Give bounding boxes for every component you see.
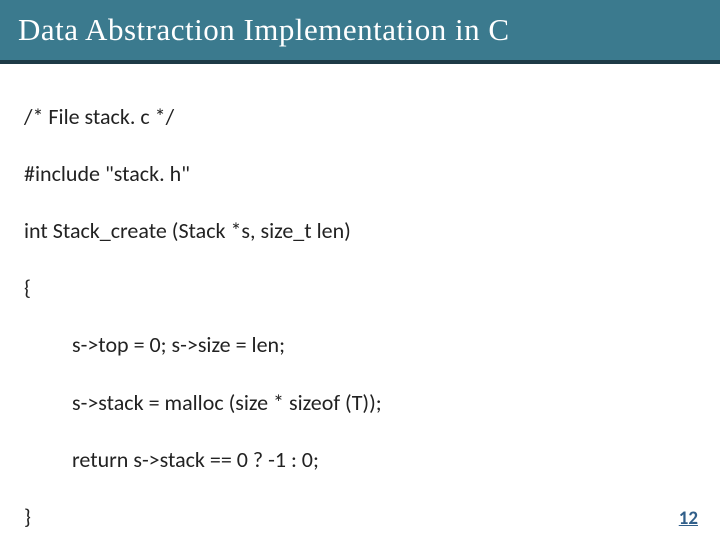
code-line: s->stack = malloc (size * sizeof (T)); xyxy=(24,389,696,418)
slide: Data Abstraction Implementation in C /* … xyxy=(0,0,720,540)
code-line: return s->stack == 0 ? -1 : 0; xyxy=(24,446,696,475)
slide-title: Data Abstraction Implementation in C xyxy=(18,12,510,48)
title-bar: Data Abstraction Implementation in C xyxy=(0,0,720,64)
code-block: /* File stack. c */ #include "stack. h" … xyxy=(0,64,720,540)
code-line: { xyxy=(24,274,696,303)
code-line: } xyxy=(24,503,696,532)
code-line: s->top = 0; s->size = len; xyxy=(24,331,696,360)
page-number: 12 xyxy=(679,507,698,530)
code-line: /* File stack. c */ xyxy=(24,103,696,132)
code-line: int Stack_create (Stack *s, size_t len) xyxy=(24,217,696,246)
code-line: #include "stack. h" xyxy=(24,160,696,189)
